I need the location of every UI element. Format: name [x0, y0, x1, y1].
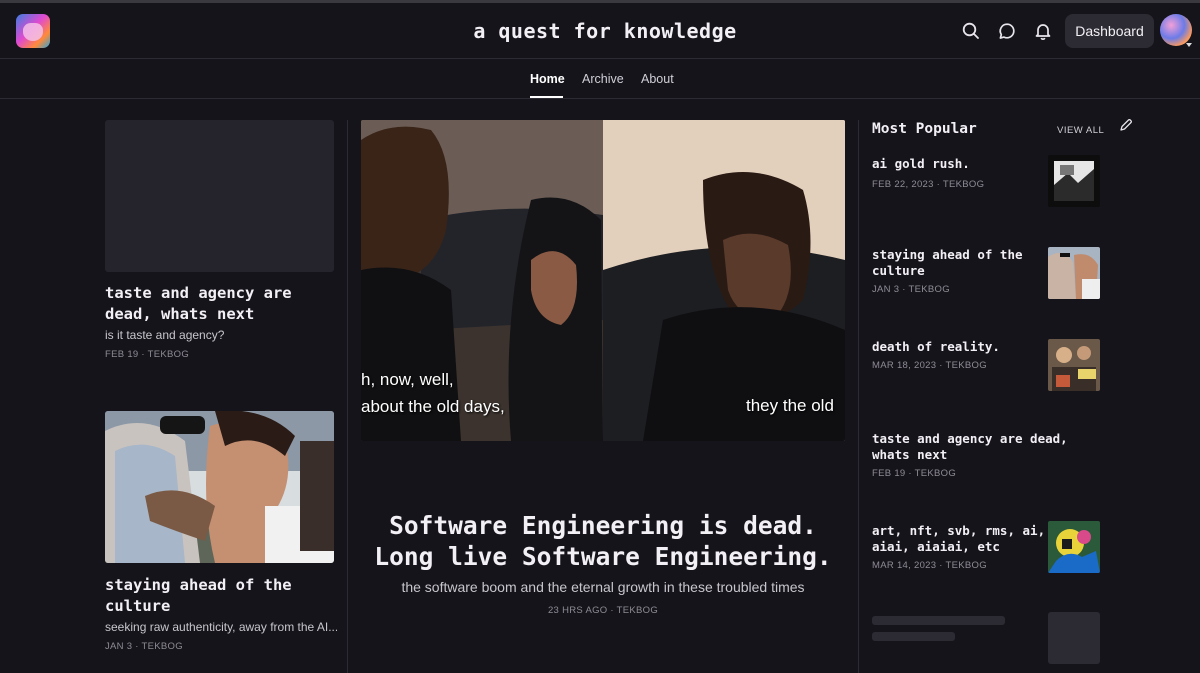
most-popular-heading: Most Popular: [872, 121, 977, 137]
popular-item-thumbnail[interactable]: [1048, 521, 1100, 573]
loading-skeleton-thumbnail: [1048, 612, 1100, 664]
featured-image[interactable]: h, now, well, about the old days, they t…: [361, 120, 845, 441]
post-subtitle: is it taste and agency?: [105, 328, 225, 342]
post-title[interactable]: staying ahead of the culture: [105, 575, 345, 617]
bell-icon[interactable]: [1033, 21, 1053, 41]
avatar[interactable]: [1160, 14, 1192, 46]
featured-subtitle: the software boom and the eternal growth…: [401, 579, 805, 595]
popular-item-title[interactable]: death of reality.: [872, 339, 1047, 355]
featured-caption: they the old: [746, 396, 834, 415]
featured-title-line: Software Engineering is dead.: [389, 511, 817, 540]
popular-item-title[interactable]: staying ahead of the culture: [872, 247, 1047, 279]
site-title[interactable]: a quest for knowledge: [0, 19, 1200, 43]
post-image[interactable]: [105, 411, 334, 563]
pencil-icon[interactable]: [1119, 118, 1133, 132]
nav-archive[interactable]: Archive: [582, 72, 624, 86]
popular-item[interactable]: taste and agency are dead, whats next FE…: [872, 431, 1102, 479]
view-all-link[interactable]: VIEW ALL: [1057, 125, 1104, 136]
site-header: a quest for knowledge Dashboard: [0, 3, 1200, 59]
popular-item-thumbnail[interactable]: [1048, 155, 1100, 207]
featured-image-right-panel: they the old: [603, 120, 845, 441]
popular-item-meta: FEB 19 · TEKBOG: [872, 468, 957, 479]
main-nav: Home Archive About: [0, 60, 1200, 99]
popular-item-title[interactable]: ai gold rush.: [872, 156, 1047, 172]
column-divider: [858, 120, 859, 673]
post-title[interactable]: taste and agency are dead, whats next: [105, 283, 345, 325]
nav-home[interactable]: Home: [530, 72, 565, 86]
nav-active-indicator: [530, 96, 563, 98]
featured-caption: about the old days,: [361, 397, 505, 416]
featured-title[interactable]: Software Engineering is dead. Long live …: [361, 510, 845, 572]
popular-item-thumbnail[interactable]: [1048, 247, 1100, 299]
post-image-placeholder[interactable]: [105, 120, 334, 272]
featured-meta: 23 HRS AGO · TEKBOG: [547, 605, 659, 616]
chat-icon[interactable]: [997, 21, 1017, 41]
search-icon[interactable]: [961, 21, 981, 41]
dashboard-button[interactable]: Dashboard: [1065, 14, 1154, 48]
featured-caption: h, now, well,: [361, 370, 454, 389]
featured-title-line: Long live Software Engineering.: [374, 542, 832, 571]
popular-item-title[interactable]: taste and agency are dead, whats next: [872, 431, 1072, 463]
column-divider: [347, 120, 348, 673]
nav-about[interactable]: About: [641, 72, 674, 86]
loading-skeleton: [872, 616, 1005, 625]
popular-item-thumbnail[interactable]: [1048, 339, 1100, 391]
post-meta: FEB 19 · TEKBOG: [105, 349, 190, 360]
popular-item-title[interactable]: art, nft, svb, rms, ai, aiai, aiaiai, et…: [872, 523, 1047, 555]
post-meta: JAN 3 · TEKBOG: [105, 641, 183, 652]
loading-skeleton: [872, 632, 955, 641]
post-subtitle: seeking raw authenticity, away from the …: [105, 620, 337, 634]
chevron-down-icon[interactable]: [1186, 43, 1192, 47]
featured-image-left-panel: h, now, well, about the old days,: [361, 120, 603, 441]
